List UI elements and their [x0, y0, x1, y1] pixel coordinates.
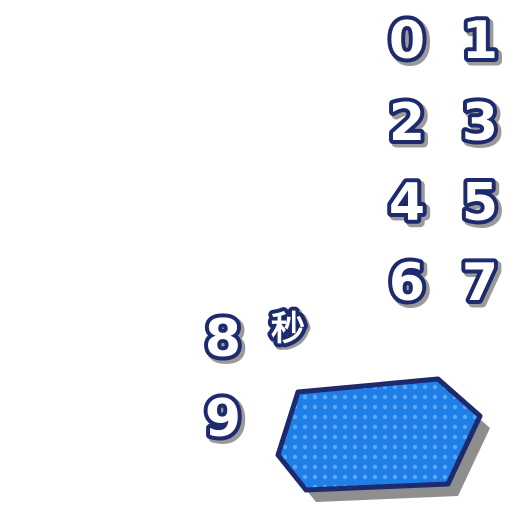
- digit-5: 5 5: [458, 169, 506, 241]
- svg-text:6: 6: [389, 253, 425, 313]
- digit-8: 8 8: [201, 305, 249, 377]
- digit-3: 3 3: [458, 89, 506, 161]
- svg-text:2: 2: [389, 93, 425, 153]
- svg-text:9: 9: [205, 389, 241, 449]
- svg-text:0: 0: [389, 11, 425, 71]
- blue-dotted-hexagon-panel: [275, 376, 490, 502]
- seconds-label: 秒 秒: [267, 305, 312, 356]
- svg-text:7: 7: [462, 253, 498, 313]
- digit-4: 4 4: [385, 169, 433, 241]
- digit-1: 1 1: [458, 7, 506, 79]
- svg-text:1: 1: [462, 11, 498, 71]
- digit-sprite-sheet: 0 0 1 1 2 2 3 3 4 4 5 5 6 6 7 7 8 8 秒 秒 …: [0, 0, 512, 512]
- digit-7: 7 7: [458, 249, 506, 321]
- digit-2: 2 2: [385, 89, 433, 161]
- svg-text:秒: 秒: [271, 309, 305, 349]
- svg-text:3: 3: [462, 93, 498, 153]
- svg-text:5: 5: [462, 173, 498, 233]
- svg-text:8: 8: [205, 309, 241, 369]
- digit-0: 0 0: [385, 7, 433, 79]
- digit-6: 6 6: [385, 249, 433, 321]
- svg-text:4: 4: [389, 173, 425, 233]
- digit-9: 9 9: [201, 385, 249, 457]
